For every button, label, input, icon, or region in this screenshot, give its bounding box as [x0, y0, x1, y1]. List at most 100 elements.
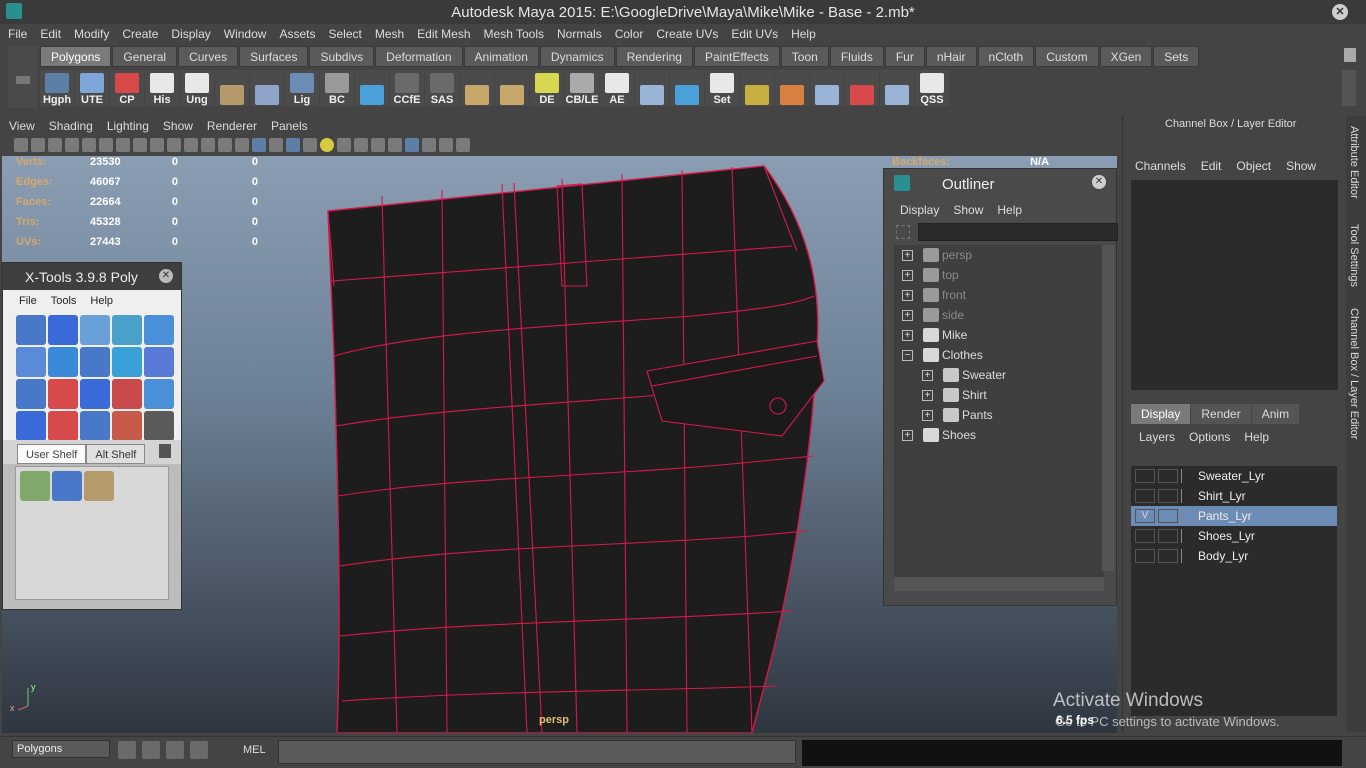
shelf-tool-23-icon[interactable]	[810, 70, 844, 106]
bookmark-icon[interactable]	[48, 138, 62, 152]
layer-color-swatch[interactable]	[1181, 529, 1195, 543]
xtools-close-button[interactable]: ✕	[159, 269, 173, 283]
ambient-occlusion-icon[interactable]	[354, 138, 368, 152]
shelf-tool-cb-le-icon[interactable]: CB/LE	[565, 70, 599, 106]
collapse-icon[interactable]: −	[902, 349, 913, 361]
shelf-tool-cp-icon[interactable]: CP	[110, 70, 144, 106]
lights-icon[interactable]	[320, 138, 334, 152]
tab-channel-box[interactable]: Channel Box / Layer Editor	[1348, 308, 1360, 439]
menu-set-dropdown[interactable]: Polygons	[12, 740, 110, 758]
isolate-select-icon[interactable]	[422, 138, 436, 152]
cone-icon[interactable]	[52, 471, 82, 501]
shelf-tool-ae-icon[interactable]: AE	[600, 70, 634, 106]
menu-window[interactable]: Window	[224, 27, 267, 41]
channel-box-area[interactable]	[1131, 180, 1338, 390]
shelf-tool-18-icon[interactable]	[635, 70, 669, 106]
outliner-node-side[interactable]: + side	[894, 305, 1104, 325]
safe-title-icon[interactable]	[218, 138, 232, 152]
xtools-tool-11-icon[interactable]	[16, 379, 46, 409]
outliner-menu-show[interactable]: Show	[953, 203, 983, 217]
menu-help[interactable]: Help	[791, 27, 816, 41]
channel-box-menu-channels[interactable]: Channels	[1135, 159, 1186, 173]
xray-components-icon[interactable]	[456, 138, 470, 152]
channel-box-menu-object[interactable]: Object	[1236, 159, 1271, 173]
menu-normals[interactable]: Normals	[557, 27, 602, 41]
outliner-close-button[interactable]: ✕	[1092, 175, 1106, 189]
shelf-menu-handle[interactable]	[8, 46, 38, 108]
shelf-tool-21-icon[interactable]	[740, 70, 774, 106]
outliner-node-pants[interactable]: + Pants	[894, 405, 1104, 425]
layer-visibility-toggle[interactable]	[1135, 489, 1155, 503]
shelf-tool-de-icon[interactable]: DE	[530, 70, 564, 106]
xtools-tool-4-icon[interactable]	[112, 315, 142, 345]
outliner-node-persp[interactable]: + persp	[894, 245, 1104, 265]
layer-playback-toggle[interactable]	[1158, 469, 1178, 483]
shelf-tab-custom[interactable]: Custom	[1035, 46, 1099, 67]
outliner-vertical-scrollbar[interactable]	[1102, 245, 1114, 571]
layer-tab-display[interactable]: Display	[1131, 404, 1191, 424]
layer-playback-toggle[interactable]	[1158, 509, 1178, 523]
xtools-tool-16-icon[interactable]	[16, 411, 46, 441]
xtools-menu-tools[interactable]: Tools	[51, 295, 77, 307]
expand-icon[interactable]: +	[902, 269, 913, 281]
shelf-tab-painteffects[interactable]: PaintEffects	[693, 46, 780, 67]
layer-row-sweater-lyr[interactable]: Sweater_Lyr	[1131, 466, 1337, 486]
tab-attribute-editor[interactable]: Attribute Editor	[1348, 126, 1360, 199]
xtools-tool-8-icon[interactable]	[80, 347, 110, 377]
shelf-tool-ccfe-icon[interactable]: CCfE	[390, 70, 424, 106]
outliner-node-shirt[interactable]: + Shirt	[894, 385, 1104, 405]
menu-color[interactable]: Color	[615, 27, 644, 41]
shelf-tool-6-icon[interactable]	[215, 70, 249, 106]
xtools-tool-6-icon[interactable]	[16, 347, 46, 377]
menu-mesh[interactable]: Mesh	[375, 27, 404, 41]
xtools-tool-15-icon[interactable]	[144, 379, 174, 409]
layer-row-shirt-lyr[interactable]: Shirt_Lyr	[1131, 486, 1337, 506]
xtools-menu-file[interactable]: File	[19, 295, 37, 307]
xtools-tab-user-shelf[interactable]: User Shelf	[17, 444, 87, 464]
outliner-node-sweater[interactable]: + Sweater	[894, 365, 1104, 385]
smooth-shade-icon[interactable]	[252, 138, 266, 152]
image-plane-icon[interactable]	[65, 138, 79, 152]
plane-tile-icon[interactable]	[84, 471, 114, 501]
wireframe-icon[interactable]	[235, 138, 249, 152]
expand-icon[interactable]: +	[922, 389, 933, 401]
layer-color-swatch[interactable]	[1181, 509, 1195, 523]
menu-modify[interactable]: Modify	[74, 27, 109, 41]
expand-icon[interactable]: +	[922, 369, 933, 381]
safe-action-icon[interactable]	[201, 138, 215, 152]
wireframe-on-shaded-icon[interactable]	[269, 138, 283, 152]
shelf-tool-qss-icon[interactable]: QSS	[915, 70, 949, 106]
expand-icon[interactable]: +	[902, 329, 913, 341]
xtools-tool-2-icon[interactable]	[48, 315, 78, 345]
outliner-node-front[interactable]: + front	[894, 285, 1104, 305]
shelf-tool-22-icon[interactable]	[775, 70, 809, 106]
shelf-tab-curves[interactable]: Curves	[178, 46, 239, 67]
xtools-tool-17-icon[interactable]	[48, 411, 78, 441]
gate-mask-icon[interactable]	[167, 138, 181, 152]
xtools-title-bar[interactable]: X-Tools 3.9.8 Poly ✕	[3, 263, 181, 290]
shelf-tab-surfaces[interactable]: Surfaces	[239, 46, 309, 67]
layer-color-swatch[interactable]	[1181, 469, 1195, 483]
grease-pencil-icon[interactable]	[99, 138, 113, 152]
shelf-trash-icon[interactable]	[1344, 48, 1356, 62]
shelf-tab-deformation[interactable]: Deformation	[375, 46, 463, 67]
shelf-tool-ute-icon[interactable]: UTE	[75, 70, 109, 106]
outliner-node-clothes[interactable]: − Clothes	[894, 345, 1104, 365]
viewport-menu-lighting[interactable]: Lighting	[107, 119, 149, 133]
expand-icon[interactable]: +	[902, 249, 913, 261]
xtools-tab-alt-shelf[interactable]: Alt Shelf	[86, 444, 146, 464]
xtools-tool-10-icon[interactable]	[144, 347, 174, 377]
layer-color-swatch[interactable]	[1181, 489, 1195, 503]
layer-visibility-toggle[interactable]	[1135, 549, 1155, 563]
viewport-menu-panels[interactable]: Panels	[271, 119, 308, 133]
close-window-button[interactable]: ✕	[1332, 4, 1348, 20]
outliner-menu-help[interactable]: Help	[997, 203, 1022, 217]
shelf-tool-10-icon[interactable]	[355, 70, 389, 106]
film-gate-icon[interactable]	[133, 138, 147, 152]
textured-icon[interactable]	[286, 138, 300, 152]
shelf-tab-polygons[interactable]: Polygons	[40, 46, 112, 67]
xtools-trash-icon[interactable]	[159, 444, 171, 458]
shelf-scrollbar[interactable]	[1342, 70, 1356, 106]
xtools-tool-13-icon[interactable]	[80, 379, 110, 409]
layer-playback-toggle[interactable]	[1158, 549, 1178, 563]
